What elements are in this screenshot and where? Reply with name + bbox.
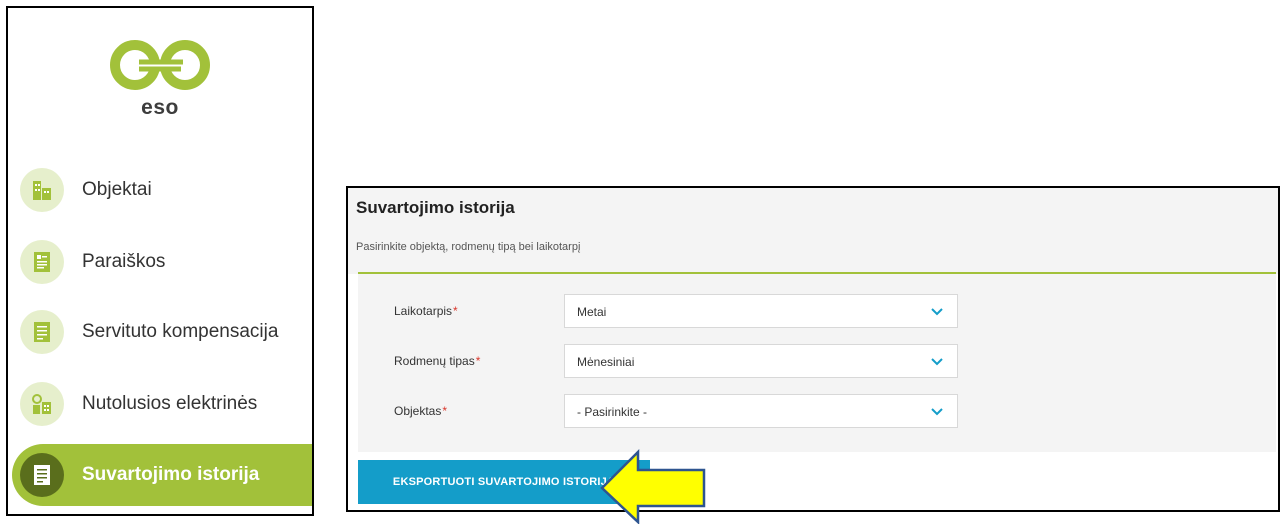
object-label: Objektas*	[394, 404, 448, 418]
sidebar-item-objektai[interactable]: Objektai	[8, 162, 312, 218]
power-plant-icon	[20, 382, 64, 426]
sidebar-item-label: Paraiškos	[82, 251, 166, 272]
application-form-icon	[20, 240, 64, 284]
consumption-history-panel: Suvartojimo istorija Pasirinkite objektą…	[346, 186, 1280, 512]
period-select-value: Metai	[577, 305, 607, 319]
sidebar: eso Objektai Paraiškos Servituto kompens…	[6, 6, 314, 516]
object-select-value: - Pasirinkite -	[577, 405, 648, 419]
sidebar-item-paraiskos[interactable]: Paraiškos	[8, 234, 312, 290]
object-select[interactable]: - Pasirinkite -	[564, 394, 958, 428]
history-document-icon	[20, 453, 64, 497]
sidebar-item-label: Objektai	[82, 179, 152, 200]
eso-logo[interactable]: eso	[8, 38, 312, 120]
required-asterisk: *	[442, 404, 448, 418]
page-subtitle: Pasirinkite objektą, rodmenų tipą bei la…	[356, 241, 581, 253]
required-asterisk: *	[475, 354, 481, 368]
chevron-down-icon	[931, 408, 943, 416]
buildings-icon	[20, 168, 64, 212]
sidebar-item-servituto-kompensacija[interactable]: Servituto kompensacija	[8, 304, 312, 360]
sidebar-item-label: Suvartojimo istorija	[82, 464, 260, 485]
required-asterisk: *	[453, 304, 458, 318]
sidebar-item-suvartojimo-istorija[interactable]: Suvartojimo istorija	[12, 444, 312, 506]
reading-type-select[interactable]: Mėnesiniai	[564, 344, 958, 378]
sidebar-item-nutolusios-elektrines[interactable]: Nutolusios elektrinės	[8, 376, 312, 432]
period-select[interactable]: Metai	[564, 294, 958, 328]
callout-arrow-icon	[600, 448, 706, 524]
document-icon	[20, 310, 64, 354]
sidebar-item-label: Nutolusios elektrinės	[82, 393, 258, 414]
chevron-down-icon	[931, 308, 943, 316]
period-label: Laikotarpis*	[394, 304, 458, 318]
reading-type-label: Rodmenų tipas*	[394, 354, 481, 368]
reading-type-select-value: Mėnesiniai	[577, 355, 635, 369]
panel-header: Suvartojimo istorija Pasirinkite objektą…	[348, 188, 1278, 274]
filter-form: Laikotarpis* Metai Rodmenų tipas* Mėnesi…	[358, 274, 1276, 452]
chevron-down-icon	[931, 358, 943, 366]
page-title: Suvartojimo istorija	[356, 198, 515, 217]
logo-text: eso	[141, 96, 179, 119]
eso-logo-icon	[110, 40, 210, 90]
sidebar-item-label: Servituto kompensacija	[82, 321, 279, 342]
